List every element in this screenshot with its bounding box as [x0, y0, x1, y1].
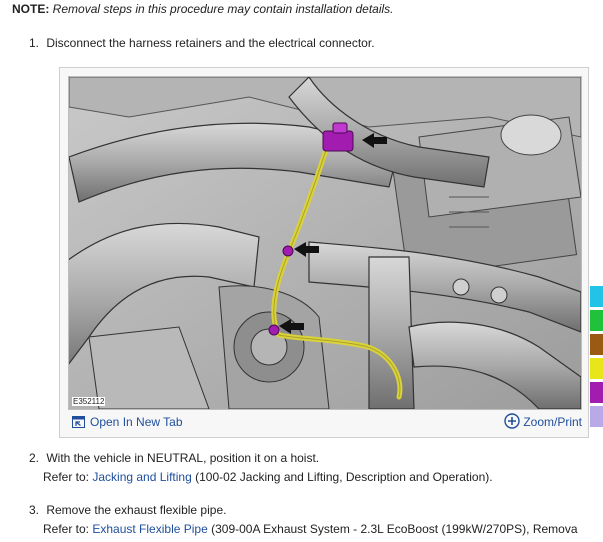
- step-text: Remove the exhaust flexible pipe.: [46, 503, 227, 517]
- swatch-magenta: [590, 382, 603, 403]
- swatch-cyan: [590, 286, 603, 307]
- color-legend-strip: [590, 286, 603, 430]
- refer-prefix: Refer to:: [43, 470, 93, 484]
- step-number: 1.: [29, 36, 40, 50]
- refer-suffix: (100-02 Jacking and Lifting, Description…: [191, 470, 493, 484]
- figure-id: E352112: [72, 397, 106, 406]
- figure-actions: Open In New Tab Zoom/Print: [60, 411, 588, 437]
- note-label: NOTE:: [12, 2, 50, 16]
- harness-retainer: [268, 324, 280, 336]
- swatch-yellow: [590, 358, 603, 379]
- engine-drawing: [69, 77, 581, 409]
- open-tab-label: Open In New Tab: [90, 415, 183, 429]
- step-text: With the vehicle in NEUTRAL, position it…: [46, 451, 320, 465]
- swatch-lavender: [590, 406, 603, 427]
- step-2-reference: Refer to: Jacking and Lifting (100-02 Ja…: [43, 470, 493, 484]
- step-3-reference: Refer to: Exhaust Flexible Pipe (309-00A…: [43, 522, 578, 536]
- zoom-print-link[interactable]: Zoom/Print: [504, 413, 582, 429]
- open-in-new-tab-link[interactable]: Open In New Tab: [72, 415, 183, 429]
- jacking-and-lifting-link[interactable]: Jacking and Lifting: [92, 470, 191, 484]
- note-line: NOTE: Removal steps in this procedure ma…: [12, 2, 394, 16]
- step-number: 3.: [29, 503, 40, 517]
- exhaust-flexible-pipe-link[interactable]: Exhaust Flexible Pipe: [92, 522, 207, 536]
- swatch-brown: [590, 334, 603, 355]
- step-1: 1. Disconnect the harness retainers and …: [29, 36, 375, 50]
- step-3: 3. Remove the exhaust flexible pipe.: [29, 503, 226, 517]
- refer-suffix: (309-00A Exhaust System - 2.3L EcoBoost …: [207, 522, 578, 536]
- figure-container: E352112 Open In New Tab Zoom/Print: [59, 67, 589, 438]
- zoom-print-label: Zoom/Print: [523, 415, 582, 429]
- zoom-plus-icon: [504, 413, 521, 429]
- open-tab-icon: [72, 416, 85, 428]
- step-text: Disconnect the harness retainers and the…: [46, 36, 375, 50]
- note-text: Removal steps in this procedure may cont…: [49, 2, 394, 16]
- refer-prefix: Refer to:: [43, 522, 93, 536]
- step-2: 2. With the vehicle in NEUTRAL, position…: [29, 451, 319, 465]
- harness-retainer: [282, 245, 294, 257]
- step-number: 2.: [29, 451, 40, 465]
- swatch-green: [590, 310, 603, 331]
- engine-illustration[interactable]: E352112: [68, 76, 582, 410]
